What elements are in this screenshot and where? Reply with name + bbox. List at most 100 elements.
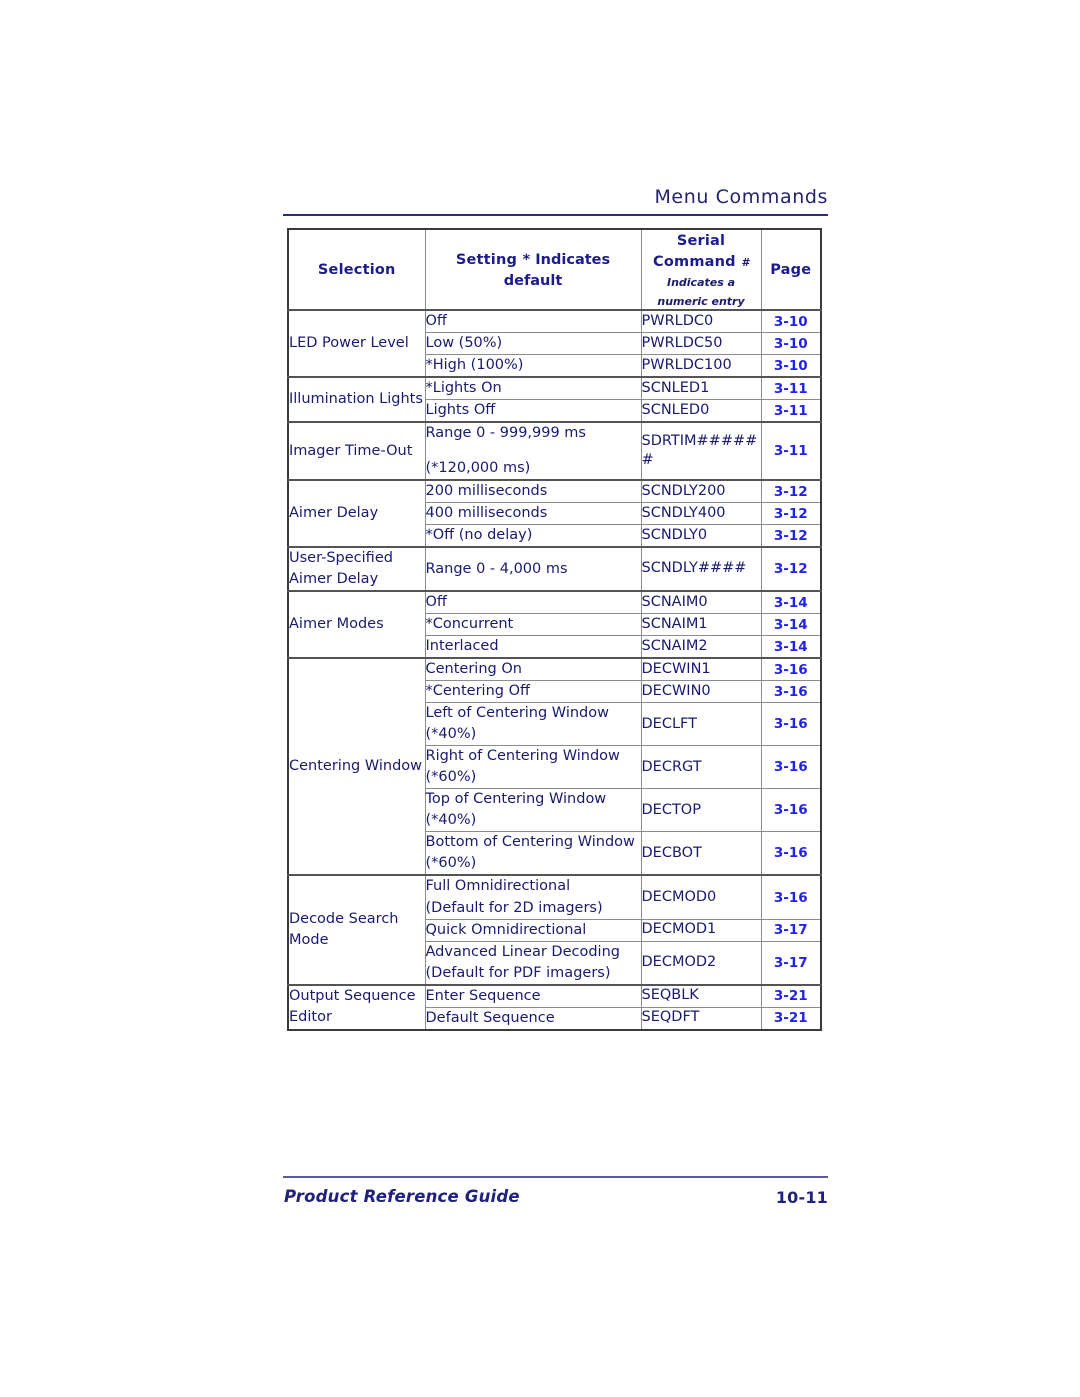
cell-setting: *Lights On xyxy=(424,376,642,401)
page-cross-reference-link[interactable]: 3-12 xyxy=(774,506,808,522)
cell-serial-command: SCNDLY400 xyxy=(640,502,762,526)
setting-label-line2: (*120,000 ms) xyxy=(425,460,531,477)
setting-label: Off xyxy=(425,594,447,611)
cell-serial-command: SCNLED1 xyxy=(640,376,762,401)
document-page: Menu Commands Selection Setting * Indica… xyxy=(0,0,1080,1397)
cell-serial-command: SCNDLY#### xyxy=(640,546,762,592)
cell-selection: Illumination Lights xyxy=(287,376,426,423)
page-cross-reference-link[interactable]: 3-17 xyxy=(774,955,808,971)
page-cross-reference-link[interactable]: 3-16 xyxy=(774,662,808,678)
setting-label: Interlaced xyxy=(425,638,499,655)
setting-label-line2: (*60%) xyxy=(425,855,477,872)
cell-setting: *Centering Off xyxy=(424,680,642,704)
cell-page: 3-21 xyxy=(760,1006,822,1031)
serial-command-value: SCNDLY400 xyxy=(641,504,726,521)
page-cross-reference-link[interactable]: 3-11 xyxy=(774,381,808,397)
page-cross-reference-link[interactable]: 3-16 xyxy=(774,716,808,732)
cell-page: 3-21 xyxy=(760,983,822,1008)
setting-label: Default Sequence xyxy=(425,1009,555,1026)
page-cross-reference-link[interactable]: 3-17 xyxy=(774,922,808,938)
setting-label: *Lights On xyxy=(425,380,502,397)
footer-page-number: 10-11 xyxy=(775,1188,828,1207)
setting-label: Enter Sequence xyxy=(425,987,541,1004)
page-cross-reference-link[interactable]: 3-10 xyxy=(774,314,808,330)
table-row: Imager Time-Out Range 0 - 999,999 ms (*120… xyxy=(287,421,822,481)
cell-setting: Low (50%) xyxy=(424,332,642,356)
selection-label: Aimer Modes xyxy=(289,616,384,633)
page-cross-reference-link[interactable]: 3-10 xyxy=(774,358,808,374)
page-cross-reference-link[interactable]: 3-14 xyxy=(774,595,808,611)
page-cross-reference-link[interactable]: 3-16 xyxy=(774,802,808,818)
table-row: Decode Search Mode Full Omnidirectional (De… xyxy=(287,874,822,986)
page-cross-reference-link[interactable]: 3-14 xyxy=(774,639,808,655)
cell-page: 3-16 xyxy=(760,702,822,747)
column-header-serial-command-note-line2: numeric entry xyxy=(657,295,745,309)
cell-serial-command: SEQDFT xyxy=(640,1006,762,1031)
cell-page: 3-14 xyxy=(760,613,822,637)
column-header-serial-command-line1: Serial xyxy=(676,233,726,249)
serial-command-value: DECWIN0 xyxy=(641,683,711,700)
page-cross-reference-link[interactable]: 3-16 xyxy=(774,684,808,700)
page-cross-reference-link[interactable]: 3-16 xyxy=(774,759,808,775)
table-row: Centering Window Centering On DECWIN1 3-16 xyxy=(287,657,822,876)
cell-selection: Imager Time-Out xyxy=(287,421,426,481)
cell-serial-command: SEQBLK xyxy=(640,983,762,1008)
cell-setting: *Concurrent xyxy=(424,613,642,637)
setting-label-line1: Top of Centering Window xyxy=(425,791,607,808)
setting-label-line1: Advanced Linear Decoding xyxy=(425,943,620,960)
setting-label-line2: (*40%) xyxy=(425,812,477,829)
cell-serial-command: SCNAIM0 xyxy=(640,590,762,615)
cell-serial-command: DECMOD2 xyxy=(640,940,762,986)
table-row: Aimer Delay 200 milliseconds SCNDLY200 3-12 xyxy=(287,479,822,548)
cell-setting: Range 0 - 4,000 ms xyxy=(424,546,642,592)
serial-command-value: DECLFT xyxy=(641,715,697,732)
cell-serial-command: SDRTIM###### xyxy=(640,421,762,481)
cell-serial-command: SCNDLY200 xyxy=(640,479,762,504)
setting-label: *Off (no delay) xyxy=(425,527,533,544)
page-cross-reference-link[interactable]: 3-12 xyxy=(774,561,808,577)
cell-serial-command: PWRLDC100 xyxy=(640,354,762,378)
menu-commands-table: Selection Setting * Indicates default Se… xyxy=(287,228,822,1031)
page-cross-reference-link[interactable]: 3-11 xyxy=(774,443,808,459)
page-cross-reference-link[interactable]: 3-21 xyxy=(774,1010,808,1026)
setting-label: *High (100%) xyxy=(425,357,524,374)
setting-label-line1: Bottom of Centering Window xyxy=(425,834,635,851)
column-header-page: Page xyxy=(760,228,822,311)
page-cross-reference-link[interactable]: 3-12 xyxy=(774,528,808,544)
cell-page: 3-10 xyxy=(760,309,822,334)
page-cross-reference-link[interactable]: 3-14 xyxy=(774,617,808,633)
serial-command-value: DECWIN1 xyxy=(641,661,711,678)
cell-page: 3-12 xyxy=(760,546,822,592)
page-cross-reference-link[interactable]: 3-12 xyxy=(774,484,808,500)
page-cross-reference-link[interactable]: 3-21 xyxy=(774,988,808,1004)
cell-page: 3-12 xyxy=(760,524,822,548)
selection-label-line1: Decode Search xyxy=(289,911,399,927)
setting-label: Lights Off xyxy=(425,402,496,419)
cell-setting: *High (100%) xyxy=(424,354,642,378)
cell-serial-command: DECMOD0 xyxy=(640,874,762,920)
setting-label: Low (50%) xyxy=(425,335,503,352)
cell-serial-command: DECWIN0 xyxy=(640,680,762,704)
cell-serial-command: SCNLED0 xyxy=(640,399,762,423)
setting-label-line2: (*40%) xyxy=(425,726,477,743)
selection-label-line1: User-Specified xyxy=(289,550,393,567)
cell-serial-command: DECLFT xyxy=(640,702,762,747)
table-row: Illumination Lights *Lights On SCNLED1 3-11 xyxy=(287,376,822,423)
serial-command-value: SDRTIM###### xyxy=(641,432,758,469)
page-cross-reference-link[interactable]: 3-16 xyxy=(774,890,808,906)
serial-command-value: SCNDLY0 xyxy=(641,526,708,543)
column-header-selection-label: Selection xyxy=(317,262,396,279)
page-cross-reference-link[interactable]: 3-11 xyxy=(774,403,808,419)
selection-label: Centering Window xyxy=(289,758,423,775)
page-cross-reference-link[interactable]: 3-10 xyxy=(774,336,808,352)
column-header-setting-label: Setting xyxy=(455,252,518,268)
cell-setting: Left of Centering Window (*40%) xyxy=(424,702,642,747)
cell-serial-command: DECRGT xyxy=(640,745,762,790)
cell-selection: Output Sequence Editor xyxy=(287,983,426,1031)
cell-setting: Off xyxy=(424,590,642,615)
cell-page: 3-14 xyxy=(760,635,822,659)
selection-label-line2: Editor xyxy=(289,1009,332,1026)
cell-page: 3-17 xyxy=(760,918,822,942)
page-cross-reference-link[interactable]: 3-16 xyxy=(774,845,808,861)
serial-command-value: SCNDLY200 xyxy=(641,482,726,499)
